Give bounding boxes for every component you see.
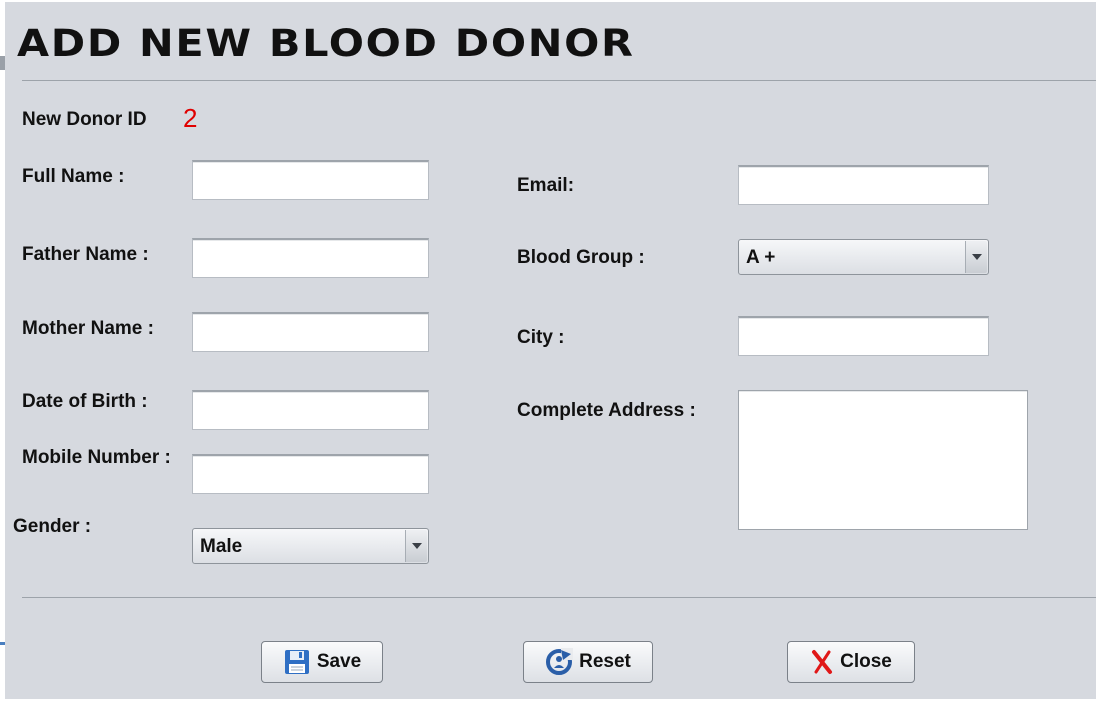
save-button-label: Save [316,651,362,672]
reset-button[interactable]: Reset [523,641,653,683]
header-separator [22,80,1096,81]
floppy-disk-icon [284,650,309,674]
mother-name-input[interactable] [192,312,429,352]
father-name-label: Father Name : [22,244,149,265]
add-donor-panel: ADD NEW BLOOD DONOR New Donor ID 2 Full … [5,2,1096,699]
close-button-label: Close [840,651,892,672]
close-x-icon [812,650,833,674]
date-of-birth-label: Date of Birth : [22,391,148,412]
email-input[interactable] [738,165,989,205]
gender-label: Gender : [13,516,92,537]
complete-address-textarea[interactable] [738,390,1028,530]
email-label: Email: [517,175,575,196]
complete-address-label: Complete Address : [517,400,696,421]
city-label: City : [517,327,565,348]
mobile-number-label: Mobile Number : [22,447,171,468]
close-button[interactable]: Close [787,641,915,683]
refresh-icon [546,648,574,675]
date-of-birth-input[interactable] [192,390,429,430]
full-name-input[interactable] [192,160,429,200]
gender-select[interactable]: Male [192,528,429,564]
blood-group-select[interactable]: A + [738,239,989,275]
city-input[interactable] [738,316,989,356]
save-button[interactable]: Save [261,641,383,683]
reset-button-label: Reset [579,651,631,672]
chevron-down-icon[interactable] [965,241,987,273]
chevron-down-icon[interactable] [405,530,427,562]
full-name-label: Full Name : [22,166,125,187]
mother-name-label: Mother Name : [22,318,154,339]
blood-group-label: Blood Group : [517,247,645,268]
mobile-number-input[interactable] [192,454,429,494]
footer-separator [22,597,1096,598]
donor-id-value: 2 [183,103,198,133]
blood-group-selected-value: A + [746,247,776,268]
page-title: ADD NEW BLOOD DONOR [17,22,635,65]
gender-selected-value: Male [200,536,243,557]
father-name-input[interactable] [192,238,429,278]
donor-id-label: New Donor ID [22,109,147,130]
